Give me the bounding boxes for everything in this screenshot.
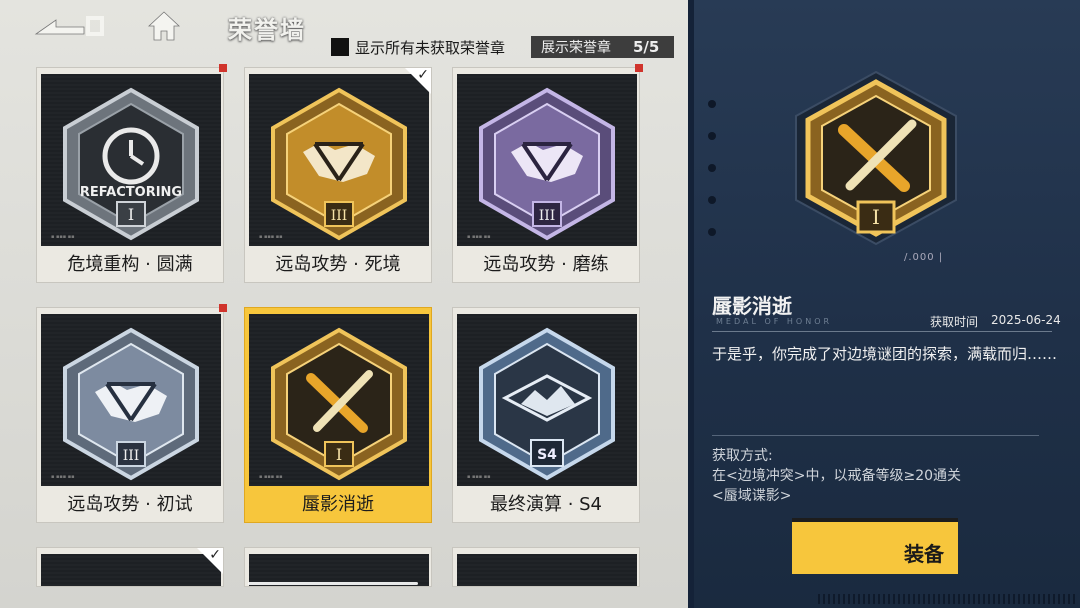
medal-card-art: III ▪ ▪▪▪ ▪▪ [249,74,429,246]
equip-button-label: 装备 [904,542,944,566]
home-icon [147,11,181,41]
medal-card-3[interactable]: III ▪ ▪▪▪ ▪▪ 远岛攻势 · 磨练 [452,64,643,283]
new-marker [219,64,227,72]
binder-holes [708,100,716,260]
new-marker [219,304,227,312]
svg-text:III: III [331,208,348,224]
detail-medal-name: 蜃影消逝 [712,294,792,318]
show-all-checkbox[interactable] [331,38,349,56]
detail-code: /.000 | [904,252,944,263]
card-fineprint: ▪ ▪▪▪ ▪▪ [51,234,75,240]
page-title: 荣誉墙 [228,16,306,44]
divider [712,331,1052,332]
medal-text: REFACTORING [80,185,182,200]
back-button[interactable] [34,12,104,42]
island-offensive-purple-medal-icon: III [479,87,615,241]
mirage-fade-medal-icon: I [271,327,407,481]
card-fineprint: ▪ ▪▪▪ ▪▪ [467,234,491,240]
refactoring-medal-icon: REFACTORING I [63,87,199,241]
detail-medal-subtitle: MEDAL OF HONOR [716,317,833,326]
acquire-method-line2: <蜃域谍影> [712,488,792,504]
final-calculation-medal-icon: S4 [479,327,615,481]
svg-text:III: III [123,448,140,464]
medal-card-art [457,554,637,586]
medal-card-6[interactable]: S4 ▪ ▪▪▪ ▪▪ 最终演算 · S4 [452,307,640,523]
medal-card-8[interactable] [244,547,432,587]
medal-label: 蜃影消逝 [302,494,374,515]
acquire-method-label: 获取方式: [712,448,773,464]
display-medals-count: 5/5 [633,38,660,56]
island-offensive-gold-medal-icon: III [271,87,407,241]
equip-button[interactable]: 装备 [792,518,958,574]
grid-scrollbar[interactable] [248,582,418,585]
svg-text:S4: S4 [537,447,557,463]
acquire-time-label: 获取时间 [930,315,979,329]
medal-card-1[interactable]: REFACTORING I ▪ ▪▪▪ ▪▪ 危境重构 · 圆满 [36,64,227,283]
detail-medal-icon: I [795,70,957,246]
medal-label: 最终演算 · S4 [489,494,603,515]
medal-card-5-selected[interactable]: I ▪ ▪▪▪ ▪▪ 蜃影消逝 [244,307,432,523]
detail-description: 于是乎，你完成了对边境谜团的探索，满载而归…… [712,345,1058,363]
card-fineprint: ▪ ▪▪▪ ▪▪ [259,234,283,240]
svg-text:I: I [872,205,880,229]
acquire-time-value: 2025-06-24 [991,313,1061,327]
card-fineprint: ▪ ▪▪▪ ▪▪ [51,474,75,480]
medal-card-art: I ▪ ▪▪▪ ▪▪ [249,314,429,486]
svg-text:I: I [336,445,342,464]
medal-label: 远岛攻势 · 死境 [275,254,401,275]
medal-card-art: REFACTORING I ▪ ▪▪▪ ▪▪ [41,74,221,246]
medal-card-art [41,554,221,586]
medal-card-art: III ▪ ▪▪▪ ▪▪ [457,74,637,246]
card-fineprint: ▪ ▪▪▪ ▪▪ [259,474,283,480]
acquire-method-line1: 在<边境冲突>中，以戒备等级≥20通关 [712,468,962,484]
divider [712,435,1039,436]
panel-edge [688,0,694,608]
card-fineprint: ▪ ▪▪▪ ▪▪ [467,474,491,480]
medal-card-9[interactable] [452,547,640,587]
check-icon: ✓ [417,67,429,83]
new-marker [635,64,643,72]
medal-label: 远岛攻势 · 初试 [67,494,193,515]
medal-card-2[interactable]: III ▪ ▪▪▪ ▪▪ ✓ 远岛攻势 · 死境 [244,67,432,283]
island-offensive-silver-medal-icon: III [63,327,199,481]
medal-card-4[interactable]: III ▪ ▪▪▪ ▪▪ 远岛攻势 · 初试 [36,304,227,523]
svg-text:I: I [128,205,134,224]
medal-card-art: S4 ▪ ▪▪▪ ▪▪ [457,314,637,486]
display-medals-label: 展示荣誉章 [541,40,611,56]
show-all-label[interactable]: 显示所有未获取荣誉章 [355,37,505,58]
check-icon: ✓ [209,547,221,563]
medal-label: 危境重构 · 圆满 [67,254,193,275]
home-button[interactable] [146,9,182,43]
medal-label: 远岛攻势 · 磨练 [483,254,609,275]
decorative-barcode [818,594,1078,604]
medal-card-art: III ▪ ▪▪▪ ▪▪ [41,314,221,486]
back-icon [34,16,104,36]
svg-text:III: III [539,208,556,224]
medal-detail-panel: I /.000 | 蜃影消逝 MEDAL OF HONOR 获取时间 2025-… [688,0,1080,608]
medal-card-7[interactable]: ✓ [36,547,224,587]
